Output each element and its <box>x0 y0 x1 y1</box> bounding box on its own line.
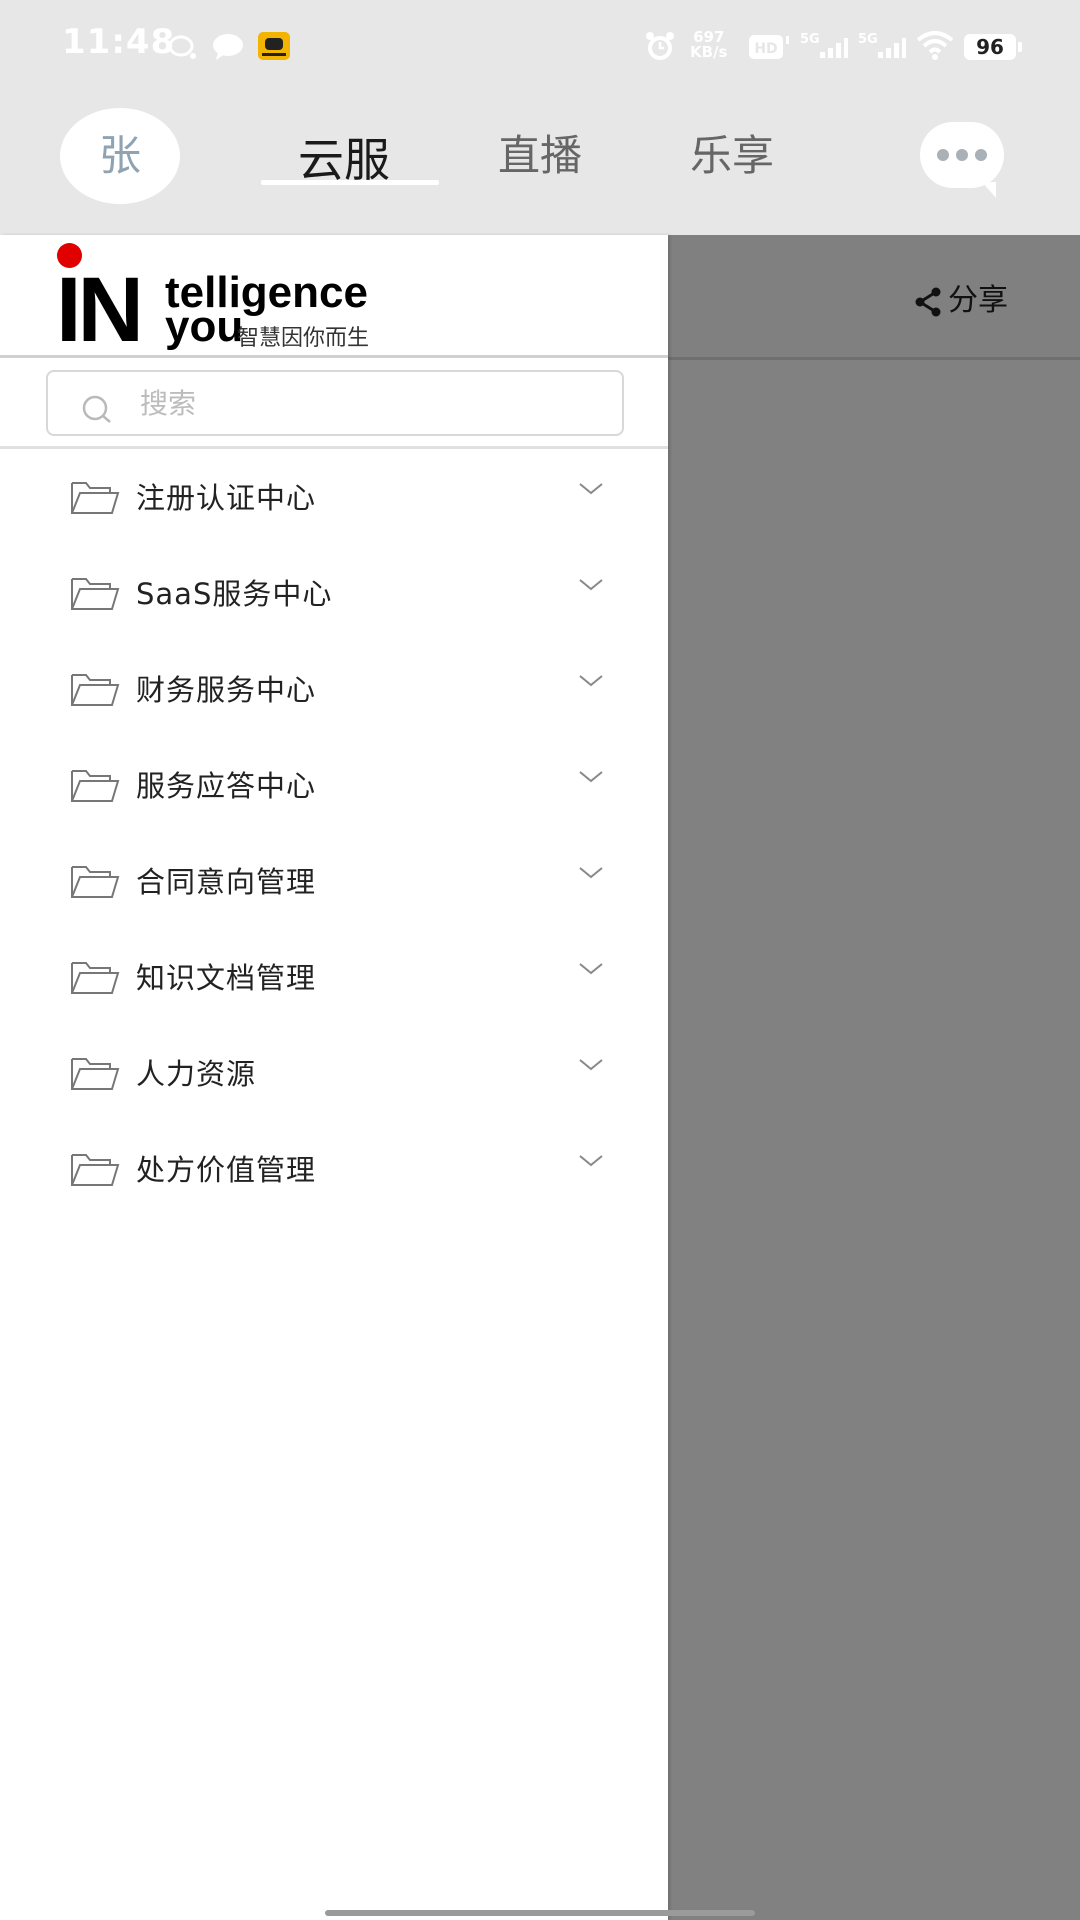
menu-item-label: 合同意向管理 <box>136 865 317 899</box>
menu-item-registration[interactable]: 注册认证中心 <box>0 449 668 545</box>
top-bar: 11:48 697 KB/s HD 5G 5G 96 张 云服 直播 乐享 <box>0 0 1080 235</box>
content-header: 分享 <box>668 235 1080 360</box>
more-chat-button[interactable] <box>920 122 1004 198</box>
svg-text:HD: HD <box>754 41 777 57</box>
search-box[interactable] <box>46 370 624 436</box>
menu-item-label: 知识文档管理 <box>136 961 317 995</box>
menu-item-saas[interactable]: SaaS服务中心 <box>0 545 668 641</box>
menu-item-finance[interactable]: 财务服务中心 <box>0 641 668 737</box>
chevron-down-icon[interactable] <box>578 481 604 497</box>
side-drawer: IN telligence you 智慧因你而生 注册认证中心 SaaS服务中心… <box>0 235 668 1920</box>
logo-slogan: 智慧因你而生 <box>237 326 370 351</box>
search-icon <box>82 395 111 423</box>
menu-item-label: 人力资源 <box>136 1057 257 1091</box>
folder-icon <box>71 578 120 610</box>
share-icon <box>915 287 941 316</box>
chevron-down-icon[interactable] <box>578 961 604 977</box>
menu-item-knowledge[interactable]: 知识文档管理 <box>0 929 668 1025</box>
search-bar <box>0 358 668 449</box>
menu-item-label: SaaS服务中心 <box>136 577 333 611</box>
avatar[interactable]: 张 <box>60 108 180 204</box>
home-indicator[interactable] <box>325 1910 755 1916</box>
status-bar: 11:48 697 KB/s HD 5G 5G 96 <box>0 0 1080 92</box>
menu-item-label: 财务服务中心 <box>136 673 317 707</box>
folder-icon <box>71 1154 120 1186</box>
menu-item-contract[interactable]: 合同意向管理 <box>0 833 668 929</box>
active-tab-underline <box>261 180 439 185</box>
menu-item-service-response[interactable]: 服务应答中心 <box>0 737 668 833</box>
more-dots-icon <box>937 149 987 161</box>
logo-big-text: IN <box>56 259 144 361</box>
folder-icon <box>71 866 120 898</box>
folder-icon <box>71 674 120 706</box>
chevron-down-icon[interactable] <box>578 577 604 593</box>
chevron-down-icon[interactable] <box>578 1057 604 1073</box>
tab-lexiang[interactable]: 乐享 <box>690 122 774 183</box>
app-notification-icon <box>258 32 290 60</box>
folder-icon <box>71 1058 120 1090</box>
chevron-down-icon[interactable] <box>578 1153 604 1169</box>
menu-item-hr[interactable]: 人力资源 <box>0 1025 668 1121</box>
menu-item-label: 处方价值管理 <box>136 1153 317 1187</box>
svg-text:5G: 5G <box>858 32 878 47</box>
search-input[interactable] <box>138 380 602 426</box>
signal-5g-icon: 5G <box>800 32 848 58</box>
menu-list: 注册认证中心 SaaS服务中心 财务服务中心 服务应答中心 合同意向管理 知识文… <box>0 449 668 1217</box>
tab-zhibo[interactable]: 直播 <box>498 122 582 183</box>
net-speed: 697 KB/s <box>690 28 728 61</box>
chevron-down-icon[interactable] <box>578 769 604 785</box>
menu-item-prescription[interactable]: 处方价值管理 <box>0 1121 668 1217</box>
signal-5g-icon-2: 5G <box>858 32 906 58</box>
chat-bubble-outline-icon <box>168 35 196 59</box>
battery-indicator: 96 <box>964 34 1022 60</box>
folder-icon <box>71 482 120 514</box>
wifi-icon <box>916 31 954 60</box>
share-button[interactable]: 分享 <box>914 275 1008 319</box>
menu-item-label: 注册认证中心 <box>136 481 317 515</box>
chevron-down-icon[interactable] <box>578 673 604 689</box>
content-overlay[interactable]: 分享 <box>668 235 1080 1920</box>
logo-line2: you <box>165 302 244 351</box>
folder-icon <box>71 770 120 802</box>
folder-icon <box>71 962 120 994</box>
status-time: 11:48 <box>62 22 176 62</box>
share-label: 分享 <box>948 283 1008 318</box>
alarm-icon <box>646 32 674 60</box>
chevron-down-icon[interactable] <box>578 865 604 881</box>
menu-item-label: 服务应答中心 <box>136 769 317 803</box>
hd-icon: HD <box>749 35 789 59</box>
brand-logo: IN telligence you 智慧因你而生 <box>0 235 668 358</box>
svg-text:5G: 5G <box>800 32 820 47</box>
message-icon <box>213 34 243 60</box>
